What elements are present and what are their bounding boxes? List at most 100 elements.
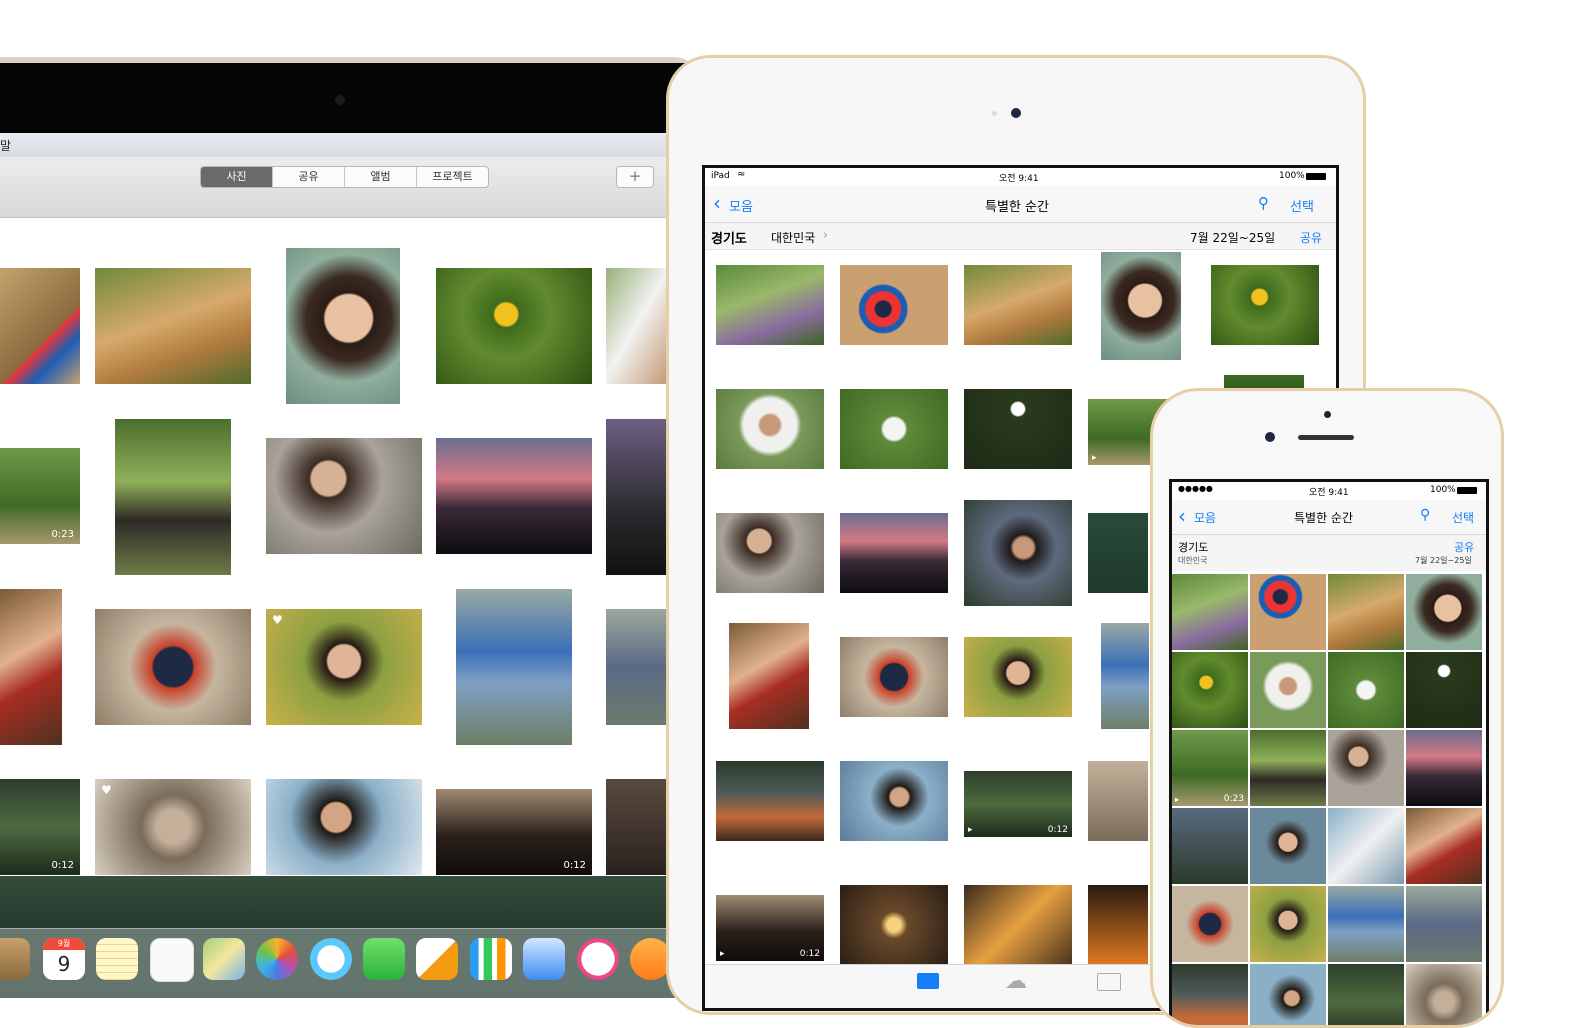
photo-thumbnail[interactable]: [1172, 652, 1248, 728]
photo-thumbnail[interactable]: [1250, 652, 1326, 728]
photo-thumbnail[interactable]: [1250, 730, 1326, 806]
reminders-icon[interactable]: [150, 938, 194, 982]
photo-thumbnail[interactable]: [1328, 730, 1404, 806]
photo-thumbnail[interactable]: [840, 389, 948, 469]
photo-thumbnail[interactable]: [716, 761, 824, 841]
photo-thumbnail[interactable]: [729, 623, 809, 729]
photo-thumbnail[interactable]: [1328, 652, 1404, 728]
itunes-icon[interactable]: [577, 938, 619, 980]
photo-thumbnail[interactable]: [606, 419, 666, 575]
photo-thumbnail[interactable]: [0, 589, 62, 745]
section-share-button[interactable]: 공유: [1454, 539, 1474, 555]
video-thumbnail[interactable]: 0:12: [436, 789, 592, 875]
pages-icon[interactable]: [416, 938, 458, 980]
photo-thumbnail[interactable]: [840, 637, 948, 717]
photo-thumbnail[interactable]: [606, 779, 666, 875]
photo-thumbnail[interactable]: [606, 609, 666, 725]
photo-thumbnail[interactable]: [1406, 652, 1482, 728]
photo-thumbnail[interactable]: [1172, 964, 1248, 1025]
add-button[interactable]: +: [616, 166, 654, 188]
photo-thumbnail[interactable]: [1250, 964, 1326, 1025]
photo-thumbnail[interactable]: [0, 268, 80, 384]
search-icon[interactable]: ⚲: [1420, 507, 1430, 523]
photo-thumbnail[interactable]: [1328, 886, 1404, 962]
search-icon[interactable]: ⚲: [1258, 194, 1269, 212]
photo-thumbnail[interactable]: [1211, 265, 1319, 345]
video-thumbnail[interactable]: 0:12: [0, 779, 80, 875]
photo-thumbnail[interactable]: [1328, 964, 1404, 1025]
photo-thumbnail[interactable]: [1172, 808, 1248, 884]
photo-thumbnail[interactable]: ♥: [266, 609, 422, 725]
section-country[interactable]: 대한민국: [771, 229, 815, 246]
photo-thumbnail[interactable]: [436, 268, 592, 384]
tab-projects[interactable]: 프로젝트: [417, 167, 488, 187]
photos-app-icon[interactable]: [256, 938, 298, 980]
photo-thumbnail[interactable]: [1172, 574, 1248, 650]
photo-thumbnail[interactable]: [1088, 885, 1148, 965]
select-button[interactable]: 선택: [1452, 509, 1474, 526]
contacts-icon[interactable]: [0, 938, 30, 980]
photo-thumbnail[interactable]: [840, 761, 948, 841]
photo-thumbnail[interactable]: [95, 609, 251, 725]
photo-thumbnail[interactable]: [1250, 886, 1326, 962]
back-button[interactable]: 모음: [1194, 509, 1216, 526]
photo-thumbnail[interactable]: [964, 885, 1072, 965]
select-button[interactable]: 선택: [1290, 196, 1314, 215]
facetime-icon[interactable]: [363, 938, 405, 980]
photo-thumbnail[interactable]: [1101, 623, 1149, 729]
photo-thumbnail[interactable]: [1406, 808, 1482, 884]
photo-thumbnail[interactable]: [716, 513, 824, 593]
photo-thumbnail[interactable]: [1406, 886, 1482, 962]
video-thumbnail[interactable]: 0:23: [0, 448, 80, 544]
photo-thumbnail[interactable]: [1172, 886, 1248, 962]
video-thumbnail[interactable]: ▸ 0:12: [716, 895, 824, 961]
photo-thumbnail[interactable]: [456, 589, 572, 745]
photo-thumbnail[interactable]: [840, 513, 948, 593]
photo-thumbnail[interactable]: [1088, 513, 1148, 593]
tab-albums[interactable]: 앨범: [345, 167, 417, 187]
photo-thumbnail[interactable]: [964, 500, 1072, 606]
photo-thumbnail[interactable]: [964, 389, 1072, 469]
keynote-icon[interactable]: [523, 938, 565, 980]
calendar-icon[interactable]: 9월 9: [43, 938, 85, 980]
notes-icon[interactable]: [96, 938, 138, 980]
video-thumbnail[interactable]: ▸ 0:12: [964, 771, 1072, 837]
photo-thumbnail[interactable]: [1101, 252, 1181, 360]
section-country[interactable]: 대한민국: [1178, 555, 1207, 566]
section-share-button[interactable]: 공유: [1300, 229, 1322, 246]
photo-thumbnail[interactable]: [840, 885, 948, 965]
photo-thumbnail[interactable]: [436, 438, 592, 554]
photo-thumbnail[interactable]: [266, 438, 422, 554]
photo-thumbnail[interactable]: [1406, 964, 1482, 1025]
photo-thumbnail[interactable]: [1406, 574, 1482, 650]
photo-thumbnail[interactable]: [1328, 808, 1404, 884]
back-chevron-icon[interactable]: ‹: [713, 191, 721, 215]
photo-thumbnail[interactable]: [964, 637, 1072, 717]
photo-thumbnail[interactable]: [1406, 730, 1482, 806]
photo-thumbnail[interactable]: [840, 265, 948, 345]
photo-thumbnail[interactable]: [95, 268, 251, 384]
photo-thumbnail[interactable]: [1250, 808, 1326, 884]
photo-thumbnail[interactable]: [1088, 761, 1148, 841]
video-thumbnail[interactable]: ▸ 0:23: [1172, 730, 1248, 806]
icloud-tab-icon[interactable]: ☁: [1005, 969, 1027, 994]
photo-thumbnail[interactable]: [716, 265, 824, 345]
albums-tab-icon[interactable]: [1097, 973, 1121, 991]
back-chevron-icon[interactable]: ‹: [1178, 504, 1186, 528]
maps-icon[interactable]: [203, 938, 245, 980]
photo-thumbnail[interactable]: [606, 268, 666, 384]
menubar-item[interactable]: 말: [0, 137, 11, 154]
back-button[interactable]: 모음: [729, 196, 753, 215]
photo-thumbnail[interactable]: [266, 779, 422, 875]
tab-shared[interactable]: 공유: [273, 167, 345, 187]
photo-thumbnail[interactable]: [1250, 574, 1326, 650]
photo-thumbnail[interactable]: [964, 265, 1072, 345]
photo-thumbnail[interactable]: ♥: [95, 779, 251, 875]
photo-thumbnail[interactable]: [115, 419, 231, 575]
tab-photos[interactable]: 사진: [201, 167, 273, 187]
messages-icon[interactable]: [310, 938, 352, 980]
photo-thumbnail[interactable]: [1328, 574, 1404, 650]
photos-tab-icon[interactable]: [917, 973, 939, 989]
photo-thumbnail[interactable]: [716, 389, 824, 469]
numbers-icon[interactable]: [470, 938, 512, 980]
